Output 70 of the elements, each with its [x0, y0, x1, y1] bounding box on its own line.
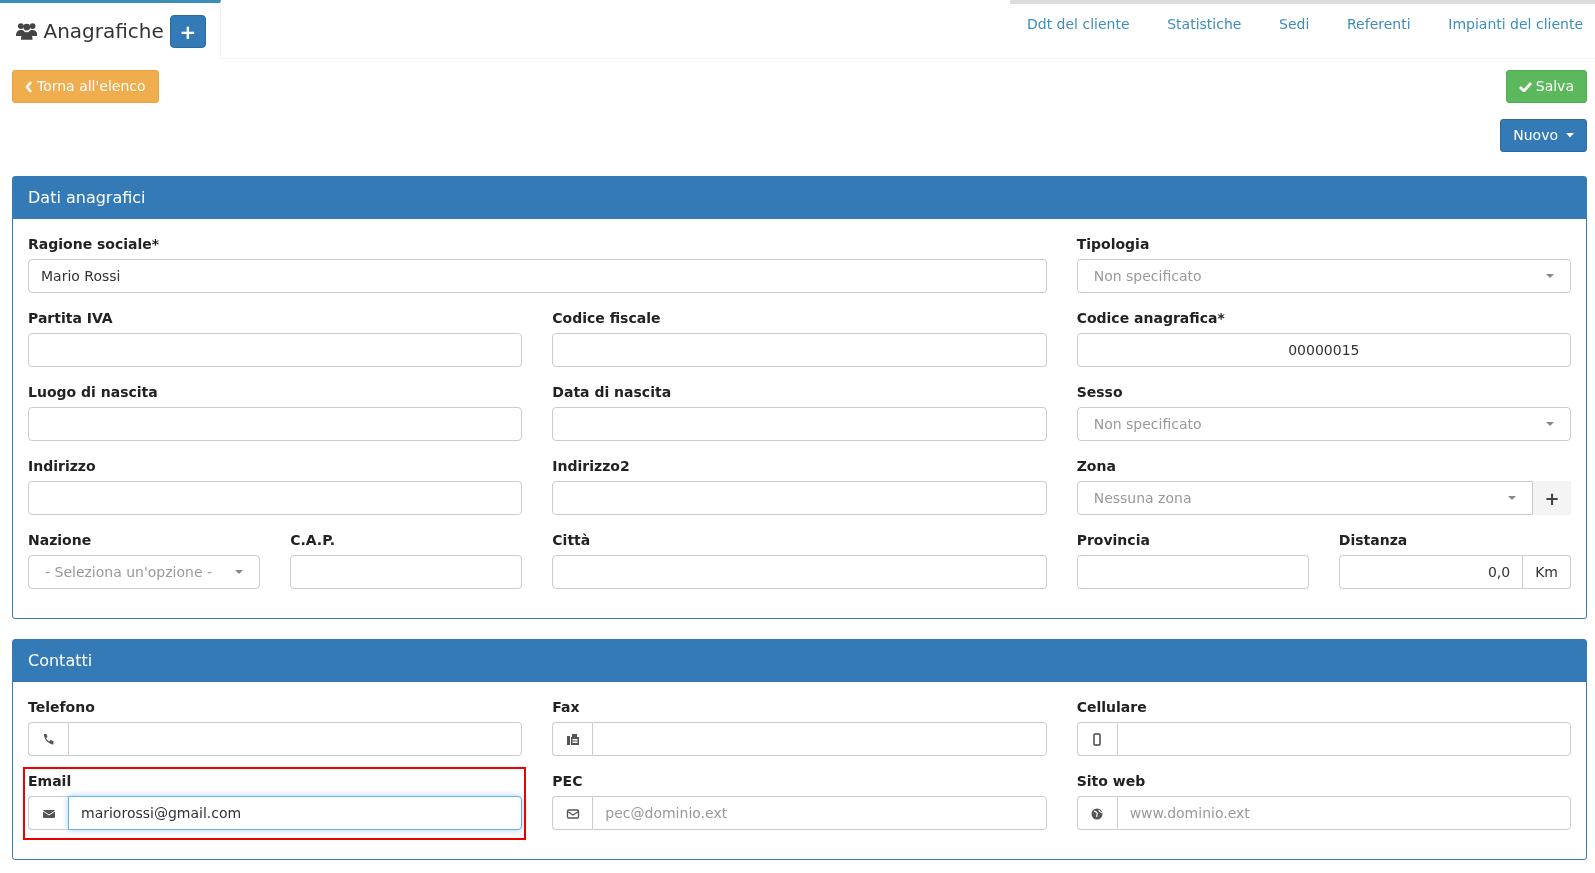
input-field[interactable]	[28, 407, 523, 441]
caret-icon	[1546, 274, 1554, 278]
globe-icon	[1090, 806, 1105, 820]
field-label: Sito web	[1076, 772, 1147, 791]
back-button[interactable]: Torna all'elenco	[12, 70, 159, 103]
field-label: Telefono	[28, 698, 96, 717]
field-label: Distanza	[1338, 531, 1409, 550]
input-field[interactable]	[1076, 555, 1309, 589]
input-field[interactable]	[290, 555, 523, 589]
check-icon	[1518, 81, 1532, 92]
phone-icon	[41, 732, 56, 746]
field-label: Sesso	[1076, 383, 1124, 402]
caret-icon	[1566, 133, 1574, 138]
select-field[interactable]: Nessuna zona	[1076, 481, 1533, 515]
field-label: Fax	[552, 698, 581, 717]
field-label: Codice anagrafica*	[1076, 309, 1226, 328]
fax-icon	[565, 732, 580, 746]
select-field[interactable]: - Seleziona un'opzione -	[28, 555, 261, 589]
field-label: Città	[552, 531, 592, 550]
input-field[interactable]: 00000015	[1076, 333, 1571, 367]
new-button[interactable]: Nuovo	[1500, 119, 1587, 152]
input-field[interactable]	[552, 333, 1047, 367]
input-field[interactable]	[592, 722, 1047, 756]
field-label: Luogo di nascita	[28, 383, 159, 402]
field-label: Zona	[1076, 457, 1117, 476]
field-label: Indirizzo	[28, 457, 97, 476]
field-label: Data di nascita	[552, 383, 673, 402]
unit-label: Km	[1523, 555, 1571, 589]
caret-icon	[1546, 422, 1554, 426]
input-field[interactable]: mariorossi@gmail.com	[68, 796, 523, 830]
field-label: PEC	[552, 772, 584, 791]
input-field[interactable]: 0,0	[1338, 555, 1524, 589]
field-label: Nazione	[28, 531, 93, 550]
field-label: Tipologia	[1076, 235, 1151, 254]
field-label: Provincia	[1076, 531, 1151, 550]
caret-icon	[1508, 496, 1516, 500]
field-label: Email	[28, 772, 73, 791]
field-label: Codice fiscale	[552, 309, 662, 328]
input-field[interactable]	[552, 407, 1047, 441]
input-field[interactable]: Mario Rossi	[28, 259, 1047, 293]
tab-link[interactable]: Referenti	[1347, 14, 1411, 58]
users-icon	[16, 21, 38, 41]
envelope-icon	[565, 806, 580, 820]
input-field[interactable]: www.dominio.ext	[1116, 796, 1571, 830]
field-label: Ragione sociale*	[28, 235, 161, 254]
input-field[interactable]: pec@dominio.ext	[592, 796, 1047, 830]
input-field[interactable]	[28, 333, 523, 367]
field-label: Partita IVA	[28, 309, 114, 328]
tab-link[interactable]: Sedi	[1279, 14, 1310, 58]
input-field[interactable]	[552, 555, 1047, 589]
field-label: Cellulare	[1076, 698, 1148, 717]
select-field[interactable]: Non specificato	[1076, 259, 1571, 293]
input-field[interactable]	[1116, 722, 1571, 756]
panel-header: Dati anagrafici	[13, 177, 1586, 219]
field-label: Indirizzo2	[552, 457, 631, 476]
input-field[interactable]	[552, 481, 1047, 515]
panel-header: Contatti	[13, 640, 1586, 682]
add-button[interactable]: +	[1533, 481, 1571, 515]
page-title: Anagrafiche	[43, 18, 164, 45]
chevron-left-icon	[25, 80, 33, 93]
tab-link[interactable]: Impianti del cliente	[1448, 14, 1583, 58]
caret-icon	[235, 570, 244, 574]
tab-link[interactable]: Ddt del cliente	[1027, 14, 1130, 58]
tab-link[interactable]: Statistiche	[1167, 14, 1242, 58]
save-button[interactable]: Salva	[1505, 70, 1587, 103]
field-label: C.A.P.	[290, 531, 337, 550]
input-field[interactable]	[68, 722, 523, 756]
select-field[interactable]: Non specificato	[1076, 407, 1571, 441]
input-field[interactable]	[28, 481, 523, 515]
add-button[interactable]: +	[169, 15, 206, 48]
